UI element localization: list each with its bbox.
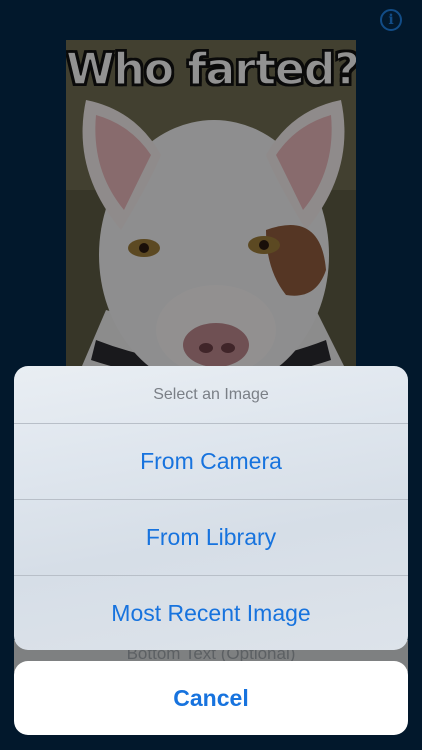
cancel-button[interactable]: Cancel xyxy=(14,661,408,735)
most-recent-image-button[interactable]: Most Recent Image xyxy=(14,576,408,650)
from-library-button[interactable]: From Library xyxy=(14,500,408,576)
from-camera-button[interactable]: From Camera xyxy=(14,424,408,500)
image-source-action-sheet: Select an Image From Camera From Library… xyxy=(14,366,408,650)
action-sheet-title: Select an Image xyxy=(14,366,408,424)
